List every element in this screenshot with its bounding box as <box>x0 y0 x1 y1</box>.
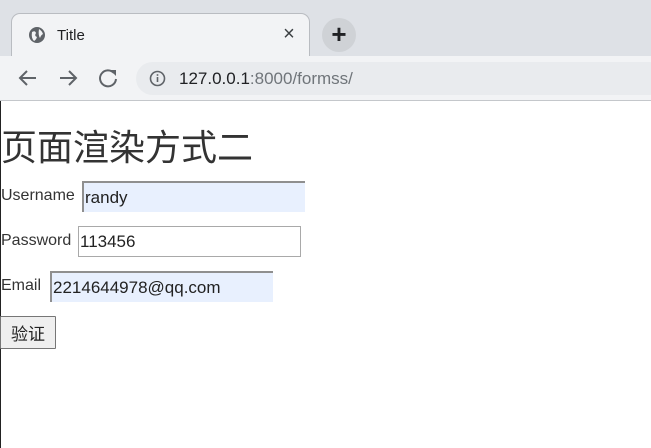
globe-icon <box>29 27 45 43</box>
verify-button[interactable]: 验证 <box>0 316 56 349</box>
page-content: 页面渲染方式二 Username Password Email 验证 <box>0 101 651 448</box>
forward-arrow-icon[interactable] <box>57 67 79 89</box>
browser-toolbar: 127.0.0.1:8000/formss/ <box>0 56 651 101</box>
email-input[interactable] <box>50 271 273 302</box>
password-input[interactable] <box>78 226 301 257</box>
url-text[interactable]: 127.0.0.1:8000/formss/ <box>179 69 353 89</box>
username-input[interactable] <box>82 181 305 212</box>
tab-strip: Title × + <box>0 0 651 56</box>
url-path: :8000/formss/ <box>249 69 353 88</box>
tab-title: Title <box>57 27 85 44</box>
new-tab-button[interactable]: + <box>322 18 356 52</box>
email-label: Email <box>1 277 42 294</box>
url-host: 127.0.0.1 <box>179 69 250 88</box>
info-icon[interactable] <box>149 70 166 87</box>
address-bar[interactable]: 127.0.0.1:8000/formss/ <box>136 62 651 95</box>
password-label: Password <box>1 232 72 249</box>
page-title: 页面渲染方式二 <box>1 127 254 168</box>
browser-tab[interactable]: Title × <box>11 13 310 56</box>
reload-icon[interactable] <box>97 67 119 89</box>
close-tab-icon[interactable]: × <box>279 24 299 44</box>
back-arrow-icon[interactable] <box>17 67 39 89</box>
username-label: Username <box>1 187 75 204</box>
